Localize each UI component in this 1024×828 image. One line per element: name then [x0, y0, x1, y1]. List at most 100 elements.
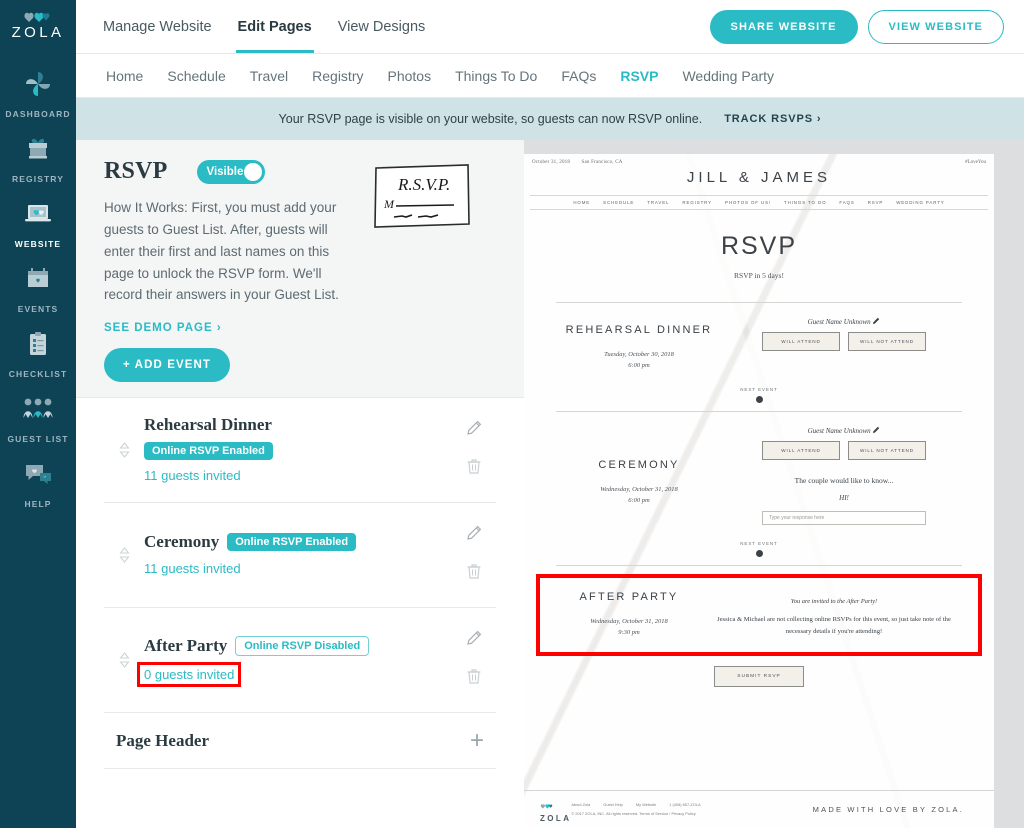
after-party-highlight: AFTER PARTY Wednesday, October 31, 2018 … [536, 574, 982, 657]
plus-icon[interactable]: + [470, 728, 484, 753]
preview-hashtag: #LoveYou [965, 160, 986, 165]
preview-event-date: Wednesday, October 31, 2018 [600, 485, 678, 493]
add-event-button[interactable]: + ADD EVENT [104, 348, 231, 383]
rsvp-status-badge[interactable]: Online RSVP Enabled [144, 442, 273, 460]
will-not-attend-button[interactable]: WILL NOT ATTEND [848, 441, 926, 461]
guests-invited-link[interactable]: 11 guests invited [144, 468, 241, 483]
table-row[interactable]: Ceremony Online RSVP Enabled 11 guests i… [104, 503, 496, 608]
preview-date: October 31, 2018 [532, 160, 571, 165]
will-attend-button[interactable]: WILL ATTEND [762, 441, 840, 461]
guest-name-label: Guest Name Unknown [724, 426, 964, 435]
content-area: RSVP Visible How It Works: First, you mu… [76, 140, 1024, 828]
event-name-line: After Party Online RSVP Disabled [144, 636, 452, 656]
preview-event-date: Tuesday, October 30, 2018 [604, 350, 674, 358]
toggle-knob [244, 162, 263, 181]
rsvp-status-badge[interactable]: Online RSVP Disabled [235, 636, 370, 656]
guests-invited-link[interactable]: 0 guests invited [136, 662, 242, 687]
table-row[interactable]: After Party Online RSVP Disabled 0 guest… [104, 608, 496, 713]
preview-nav-faqs[interactable]: FAQS [839, 200, 854, 205]
subnav-item-home[interactable]: Home [94, 68, 155, 84]
next-event-dot[interactable] [755, 396, 763, 404]
zola-logo[interactable]: ZOLA [12, 6, 65, 40]
zola-hearts-logo-icon [24, 12, 50, 22]
page-header-section[interactable]: Page Header + [104, 713, 496, 769]
preview-nav-home[interactable]: HOME [573, 200, 590, 205]
preview-nav-photos[interactable]: PHOTOS OF US! [725, 200, 771, 205]
subnav-item-registry[interactable]: Registry [300, 68, 375, 84]
after-party-note: You are invited to the After Party! [790, 598, 878, 606]
subnav-item-wedding-party[interactable]: Wedding Party [670, 68, 786, 84]
sidebar-item-checklist[interactable]: CHECKLIST [0, 318, 76, 383]
event-body: Ceremony Online RSVP Enabled 11 guests i… [144, 526, 452, 584]
preview-event-title: AFTER PARTY [579, 591, 679, 604]
preview-event-info: CEREMONY Wednesday, October 31, 2018 6:0… [554, 426, 724, 525]
sidebar-item-events[interactable]: EVENTS [0, 253, 76, 318]
visibility-toggle[interactable]: Visible [197, 159, 266, 184]
footer-link-about-zola[interactable]: About Zola [571, 802, 590, 807]
question-text: HI! [839, 494, 849, 503]
sidebar-item-website[interactable]: WEBSITE [0, 188, 76, 253]
editor-column: RSVP Visible How It Works: First, you mu… [76, 140, 524, 828]
drag-handle-icon[interactable] [104, 652, 144, 668]
will-attend-button[interactable]: WILL ATTEND [762, 332, 840, 351]
trash-icon[interactable] [466, 563, 482, 585]
subnav-item-faqs[interactable]: FAQs [549, 68, 608, 84]
event-name: After Party [144, 636, 228, 655]
response-input[interactable]: Type your response here [762, 511, 926, 526]
preview-topbar: October 31, 2018 San Francisco, CA #Love… [524, 154, 994, 165]
track-rsvps-link[interactable]: TRACK RSVPS › [724, 113, 821, 125]
footer-link-phone[interactable]: 1 (408) 657-ZOLA [669, 802, 700, 807]
pencil-icon[interactable] [466, 525, 482, 546]
preview-nav-travel[interactable]: TRAVEL [647, 200, 669, 205]
pencil-icon[interactable] [466, 630, 482, 651]
tab-edit-pages[interactable]: Edit Pages [225, 0, 325, 53]
next-event-marker: NEXT EVENT [524, 541, 994, 558]
sidebar-item-guest-list[interactable]: GUEST LIST [0, 383, 76, 448]
zola-wordmark: ZOLA [11, 24, 65, 41]
drag-handle-icon[interactable] [104, 442, 144, 458]
subnav-item-photos[interactable]: Photos [376, 68, 444, 84]
rsvp-status-badge[interactable]: Online RSVP Enabled [227, 533, 357, 551]
guests-invited-link[interactable]: 11 guests invited [144, 561, 241, 576]
preview-page-title: RSVP [720, 232, 798, 260]
preview-nav-registry[interactable]: REGISTRY [682, 200, 712, 205]
pencil-icon[interactable] [466, 420, 482, 441]
pencil-icon[interactable] [872, 426, 880, 434]
sidebar-item-help[interactable]: HELP [0, 448, 76, 513]
trash-icon[interactable] [466, 458, 482, 480]
sidebar-item-dashboard[interactable]: DASHBOARD [0, 58, 76, 123]
footer-link-guest-help[interactable]: Guest Help [603, 802, 622, 807]
preview-event-title: CEREMONY [598, 459, 680, 472]
see-demo-page-link[interactable]: SEE DEMO PAGE › [104, 322, 498, 334]
preview-nav-wedding-party[interactable]: WEDDING PARTY [896, 200, 944, 205]
submit-rsvp-button[interactable]: SUBMIT RSVP [714, 666, 804, 688]
next-event-marker: NEXT EVENT [524, 387, 994, 404]
guest-name-label: Guest Name Unknown [724, 317, 964, 326]
subnav-item-travel[interactable]: Travel [238, 68, 300, 84]
table-row[interactable]: Rehearsal Dinner Online RSVP Enabled 11 … [104, 398, 496, 503]
subnav-item-schedule[interactable]: Schedule [155, 68, 237, 84]
preview-event-time: 6:00 pm [628, 361, 650, 369]
next-event-dot[interactable] [755, 550, 763, 558]
trash-icon[interactable] [466, 668, 482, 690]
drag-handle-icon[interactable] [104, 547, 144, 563]
sidebar-item-registry[interactable]: REGISTRY [0, 123, 76, 188]
preview-nav-things-to-do[interactable]: THINGS TO DO [784, 200, 826, 205]
subnav-item-things-to-do[interactable]: Things To Do [443, 68, 549, 84]
tab-view-designs[interactable]: View Designs [325, 0, 439, 53]
preview-nav-schedule[interactable]: SCHEDULE [603, 200, 634, 205]
next-event-label: NEXT EVENT [740, 541, 778, 547]
will-not-attend-button[interactable]: WILL NOT ATTEND [848, 332, 926, 351]
view-website-button[interactable]: VIEW WEBSITE [867, 9, 1004, 44]
laptop-icon [22, 197, 54, 231]
subnav-item-rsvp[interactable]: RSVP [608, 68, 670, 84]
footer-link-my-website[interactable]: My Website [636, 802, 656, 807]
sidebar-item-label: DASHBOARD [5, 109, 71, 119]
pencil-icon[interactable] [872, 317, 880, 325]
tab-manage-website[interactable]: Manage Website [90, 0, 225, 53]
preview-nav-rsvp[interactable]: RSVP [868, 200, 884, 205]
share-website-button[interactable]: SHARE WEBSITE [709, 9, 858, 44]
svg-text:M: M [383, 197, 395, 211]
after-party-message: You are invited to the After Party! Jess… [704, 590, 964, 638]
divider [556, 565, 962, 567]
